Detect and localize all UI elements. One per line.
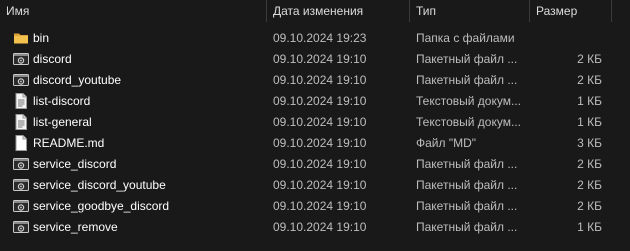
file-list: bin 09.10.2024 19:23 Папка с файлами discor… (0, 28, 630, 238)
file-type: Текстовый докум... (416, 115, 521, 129)
batch-file-icon (13, 51, 29, 68)
column-header-name[interactable]: Имя (0, 0, 267, 22)
column-header-date[interactable]: Дата изменения (267, 0, 410, 22)
folder-icon (13, 30, 29, 47)
file-row[interactable]: list-general 09.10.2024 19:10 Текстовый до… (0, 112, 630, 133)
file-name: service_remove (33, 220, 118, 234)
file-name: service_discord_youtube (33, 178, 166, 192)
batch-file-icon (13, 198, 29, 215)
file-type: Пакетный файл ... (416, 52, 518, 66)
file-size (530, 28, 602, 49)
text-file-icon (13, 114, 29, 131)
file-name: list-discord (33, 94, 91, 108)
file-name: discord (33, 52, 72, 66)
batch-file-icon (13, 72, 29, 89)
column-header-row: ⌃ Имя Дата изменения Тип Размер (0, 0, 630, 22)
file-size: 1 КБ (577, 94, 602, 108)
column-divider[interactable] (611, 0, 612, 22)
file-type: Пакетный файл ... (416, 199, 518, 213)
file-row[interactable]: service_goodbye_discord 09.10.2024 19:10 П… (0, 196, 630, 217)
batch-file-icon (13, 219, 29, 236)
file-name: discord_youtube (33, 73, 122, 87)
file-name: bin (33, 31, 50, 45)
file-type: Пакетный файл ... (416, 73, 518, 87)
file-date: 09.10.2024 19:10 (273, 52, 367, 66)
file-date: 09.10.2024 19:10 (273, 73, 367, 87)
file-date: 09.10.2024 19:10 (273, 220, 367, 234)
file-date: 09.10.2024 19:23 (273, 31, 367, 45)
file-row[interactable]: bin 09.10.2024 19:23 Папка с файлами (0, 28, 630, 49)
file-row[interactable]: discord_youtube 09.10.2024 19:10 Пакетный … (0, 70, 630, 91)
file-row[interactable]: discord 09.10.2024 19:10 Пакетный файл ...… (0, 49, 630, 70)
file-size: 1 КБ (577, 115, 602, 129)
file-row[interactable]: list-discord 09.10.2024 19:10 Текстовый до… (0, 91, 630, 112)
file-type: Пакетный файл ... (416, 220, 518, 234)
file-type: Файл "MD" (416, 136, 477, 150)
file-name: README.md (33, 136, 105, 150)
file-size: 2 КБ (577, 52, 602, 66)
file-date: 09.10.2024 19:10 (273, 136, 367, 150)
file-size: 3 КБ (577, 136, 602, 150)
file-type: Папка с файлами (416, 31, 515, 45)
file-size: 1 КБ (577, 220, 602, 234)
file-row[interactable]: service_discord_youtube 09.10.2024 19:10 П… (0, 175, 630, 196)
column-header-type[interactable]: Тип (410, 0, 530, 22)
file-size: 2 КБ (577, 199, 602, 213)
file-size: 2 КБ (577, 178, 602, 192)
batch-file-icon (13, 156, 29, 173)
file-name: list-general (33, 115, 92, 129)
file-date: 09.10.2024 19:10 (273, 178, 367, 192)
file-date: 09.10.2024 19:10 (273, 94, 367, 108)
file-row[interactable]: service_remove 09.10.2024 19:10 Пакетный ф… (0, 217, 630, 238)
file-size: 2 КБ (577, 73, 602, 87)
batch-file-icon (13, 177, 29, 194)
file-type: Текстовый докум... (416, 94, 521, 108)
file-row[interactable]: README.md 09.10.2024 19:10 Файл "MD" 3 КБ (0, 133, 630, 154)
file-date: 09.10.2024 19:10 (273, 115, 367, 129)
file-type: Пакетный файл ... (416, 178, 518, 192)
file-row[interactable]: service_discord 09.10.2024 19:10 Пакетный … (0, 154, 630, 175)
file-type: Пакетный файл ... (416, 157, 518, 171)
file-date: 09.10.2024 19:10 (273, 157, 367, 171)
generic-file-icon (13, 135, 29, 152)
file-name: service_discord (33, 157, 117, 171)
file-name: service_goodbye_discord (33, 199, 170, 213)
text-file-icon (13, 93, 29, 110)
file-date: 09.10.2024 19:10 (273, 199, 367, 213)
file-size: 2 КБ (577, 157, 602, 171)
file-explorer-list: ⌃ Имя Дата изменения Тип Размер bin 09.10… (0, 0, 630, 251)
column-header-size[interactable]: Размер (530, 0, 612, 22)
